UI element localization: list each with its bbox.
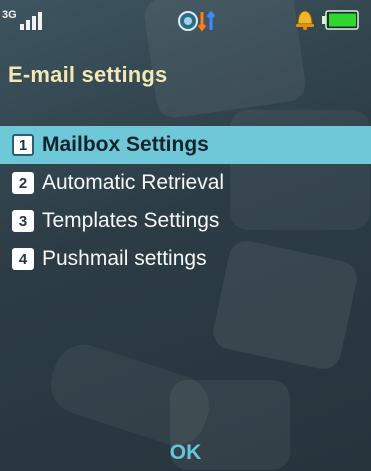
menu-item-number: 4 (12, 248, 34, 270)
menu-item-label: Pushmail settings (42, 247, 207, 270)
settings-menu: 1 Mailbox Settings 2 Automatic Retrieval… (0, 126, 371, 278)
connectivity-icons (178, 10, 216, 32)
signal-icon (20, 10, 48, 30)
network-type-label: 3G (2, 9, 17, 21)
page-title: E-mail settings (8, 62, 168, 87)
status-bar: 3G (0, 0, 371, 44)
menu-item-templates-settings[interactable]: 3 Templates Settings (0, 202, 371, 240)
alarm-icon (296, 10, 314, 30)
menu-item-number: 2 (12, 172, 34, 194)
softkey-bar: OK (0, 431, 371, 471)
menu-item-label: Automatic Retrieval (42, 171, 225, 194)
menu-item-label: Mailbox Settings (42, 133, 209, 156)
data-transfer-icon (197, 10, 216, 32)
menu-item-label: Templates Settings (42, 209, 220, 232)
battery-icon (322, 10, 359, 30)
menu-item-automatic-retrieval[interactable]: 2 Automatic Retrieval (0, 164, 371, 202)
menu-item-pushmail-settings[interactable]: 4 Pushmail settings (0, 240, 371, 278)
menu-item-number: 1 (12, 134, 34, 156)
call-divert-icon (178, 11, 198, 31)
phone-screen: 3G E-mail settings 1 Mailbox Settings 2 … (0, 0, 371, 471)
menu-item-mailbox-settings[interactable]: 1 Mailbox Settings (0, 126, 371, 164)
menu-item-number: 3 (12, 210, 34, 232)
ok-softkey[interactable]: OK (0, 441, 371, 465)
